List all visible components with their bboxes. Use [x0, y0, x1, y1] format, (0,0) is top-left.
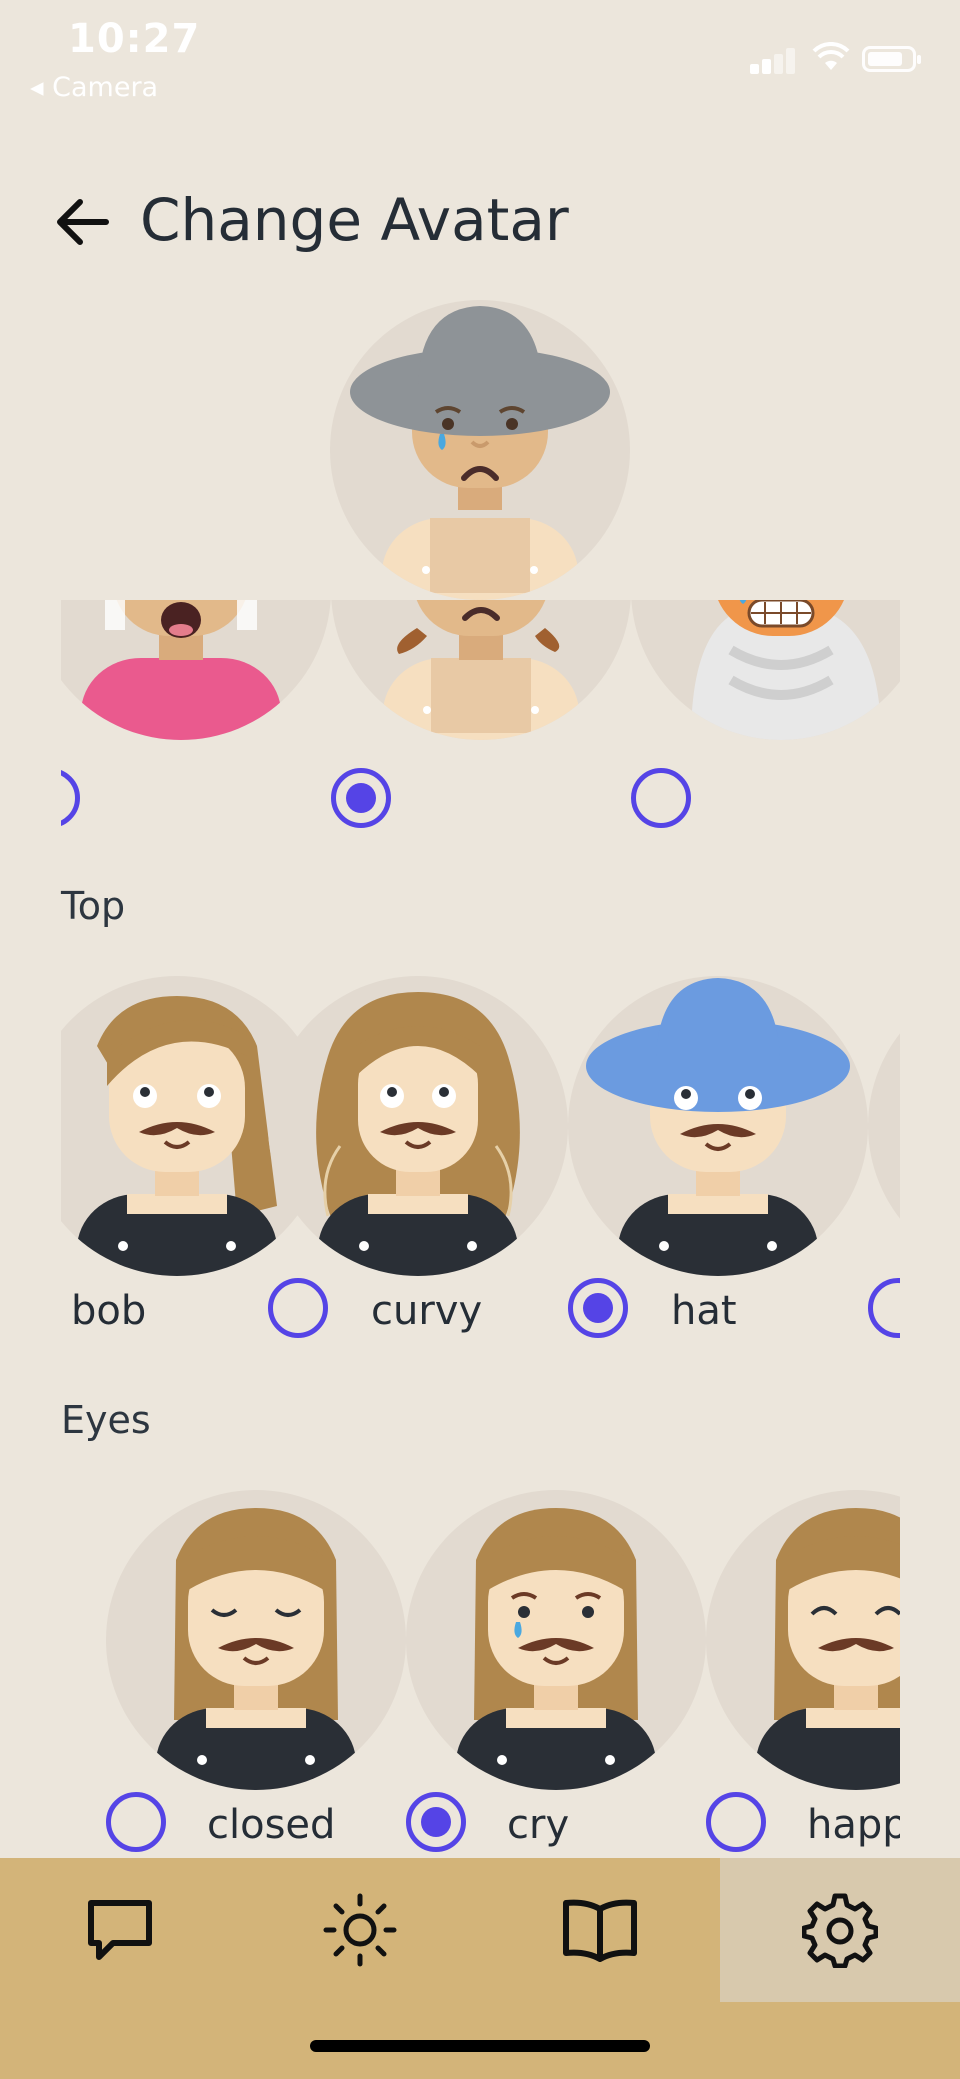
avatar-option-eyes-cry[interactable]	[406, 1490, 706, 1790]
mouth-options-row[interactable]	[61, 600, 900, 840]
avatar-option-top-curvy[interactable]	[268, 976, 568, 1276]
status-time: 10:27	[68, 16, 201, 62]
gear-icon	[802, 1893, 878, 1968]
radio-top-next[interactable]	[868, 1278, 900, 1338]
radio-eyes-cry[interactable]	[406, 1792, 466, 1852]
top-options-row[interactable]: bob curvy hat	[61, 976, 900, 1356]
avatar-option-top-hat[interactable]	[568, 976, 868, 1276]
eyes-options-row[interactable]: closed cry happ	[61, 1490, 900, 1858]
section-label-top: Top	[61, 884, 126, 928]
avatar-preview	[330, 300, 630, 600]
tab-chat[interactable]	[0, 1858, 240, 2002]
mouth-option-radio-selected[interactable]	[331, 768, 391, 828]
avatar-option-mouth-grimace[interactable]	[631, 600, 900, 740]
avatar-option-eyes-closed[interactable]	[106, 1490, 406, 1790]
avatar-option-mouth-sad[interactable]	[331, 600, 631, 740]
sun-icon	[323, 1893, 397, 1967]
section-label-eyes: Eyes	[61, 1398, 151, 1442]
tab-book[interactable]	[480, 1858, 720, 2002]
back-to-camera-link[interactable]: ◂ Camera	[30, 72, 158, 103]
back-arrow-icon[interactable]	[54, 196, 110, 248]
radio-top-curvy[interactable]	[268, 1278, 328, 1338]
wifi-icon	[812, 42, 850, 70]
radio-eyes-closed[interactable]	[106, 1792, 166, 1852]
avatar-option-eyes-happy[interactable]	[706, 1490, 900, 1790]
radio-eyes-happy[interactable]	[706, 1792, 766, 1852]
mouth-option-radio[interactable]	[61, 768, 80, 828]
tab-settings[interactable]	[720, 1858, 960, 2002]
option-label-hat: hat	[671, 1288, 737, 1334]
option-label-curvy: curvy	[371, 1288, 483, 1334]
option-label-happ: happ	[807, 1802, 900, 1848]
home-indicator	[310, 2040, 650, 2052]
mouth-option-radio[interactable]	[631, 768, 691, 828]
avatar-option-top-next[interactable]	[868, 976, 900, 1276]
option-label-cry: cry	[507, 1802, 570, 1848]
radio-top-hat[interactable]	[568, 1278, 628, 1338]
chat-icon	[88, 1900, 152, 1960]
page-title: Change Avatar	[140, 186, 569, 254]
tab-sun[interactable]	[240, 1858, 480, 2002]
battery-icon	[862, 46, 921, 72]
avatar-option-mouth-scream[interactable]	[61, 600, 331, 740]
cellular-signal-icon	[750, 48, 796, 74]
book-icon	[563, 1899, 637, 1962]
option-label-bob: bob	[71, 1288, 147, 1334]
option-label-closed: closed	[207, 1802, 336, 1848]
